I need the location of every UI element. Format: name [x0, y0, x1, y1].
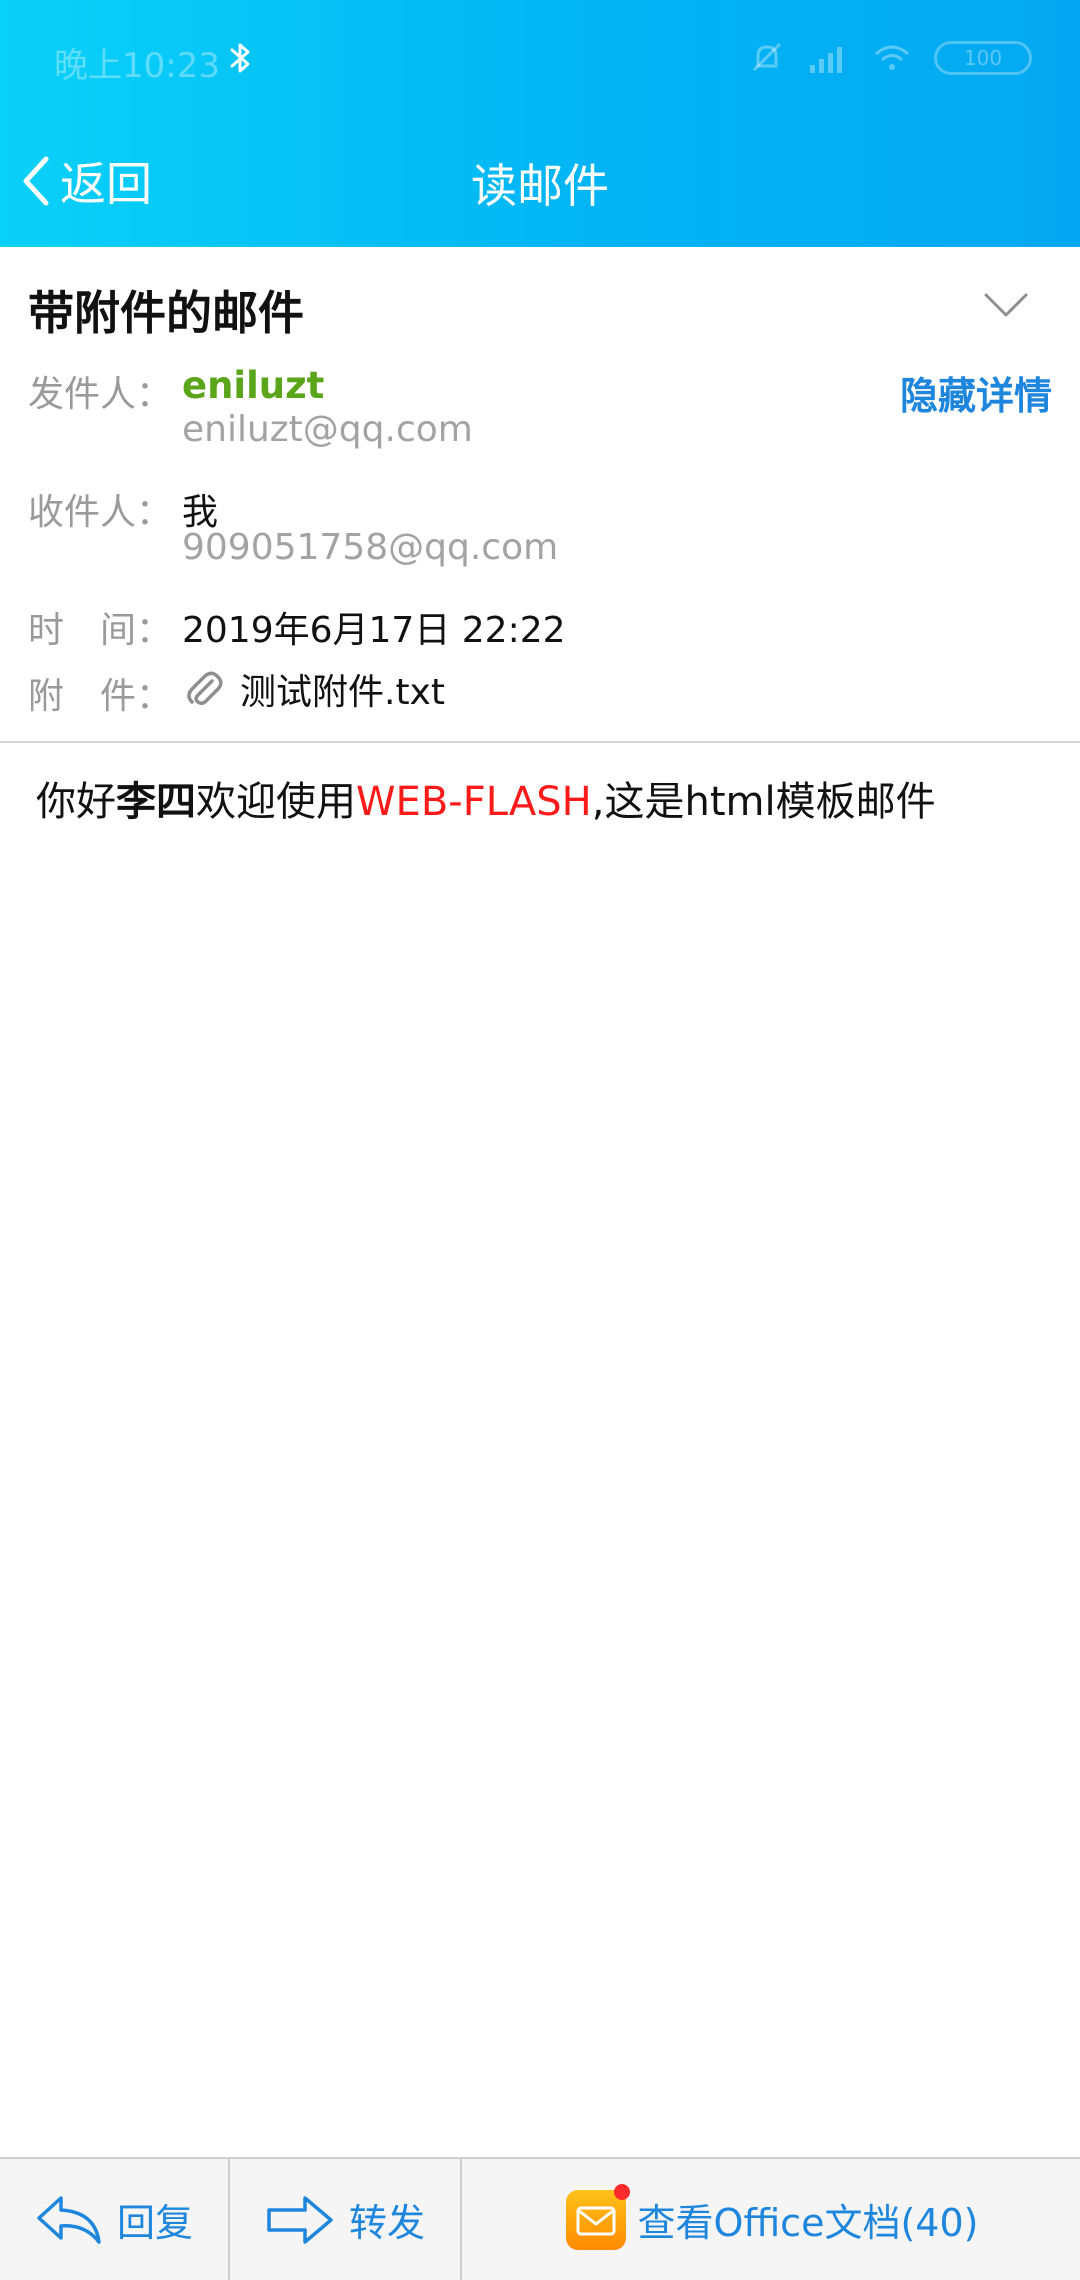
body-tail: ,这是html模板邮件	[591, 779, 936, 825]
attachment-item[interactable]: 测试附件.txt	[184, 663, 445, 715]
mail-header: 带附件的邮件 发件人： eniluzt eniluzt@qq.com 隐藏详情 …	[0, 247, 1080, 743]
chevron-down-icon[interactable]	[984, 291, 1028, 319]
body-greeting: 你好	[36, 779, 116, 825]
time-value: 2019年6月17日 22:22	[182, 610, 566, 651]
body-welcome: 欢迎使用	[196, 779, 356, 825]
recipient-label: 收件人：	[28, 492, 173, 533]
bottom-action-bar: 回复 转发 查看Office文档(40)	[0, 2157, 1080, 2280]
mail-envelope-icon	[564, 2183, 630, 2252]
wifi-icon	[875, 45, 909, 70]
sender-label: 发件人：	[28, 374, 173, 415]
status-bar: 晚上10:23 100	[0, 0, 1080, 120]
reply-button[interactable]: 回复	[0, 2159, 228, 2280]
office-label: 查看Office文档(40)	[637, 2201, 979, 2245]
bell-off-icon	[752, 42, 782, 72]
status-time: 晚上10:23	[54, 46, 220, 86]
battery-indicator: 100	[934, 41, 1032, 75]
attachment-label: 附 件：	[28, 676, 173, 717]
body-product: WEB-FLASH	[356, 779, 592, 825]
app-header: 晚上10:23 100 返回 读邮件	[0, 0, 1080, 247]
paperclip-icon	[187, 671, 223, 706]
nav-bar: 返回 读邮件	[0, 120, 1080, 247]
signal-icon	[810, 47, 842, 73]
reply-arrow-icon	[37, 2195, 101, 2244]
attachment-name: 测试附件.txt	[240, 672, 445, 713]
body-name: 李四	[116, 779, 196, 825]
time-label: 时 间：	[28, 610, 173, 651]
forward-button[interactable]: 转发	[230, 2159, 460, 2280]
sender-address[interactable]: eniluzt@qq.com	[182, 409, 473, 450]
recipient-address[interactable]: 909051758@qq.com	[182, 527, 558, 568]
page-title: 读邮件	[471, 159, 609, 213]
reply-label: 回复	[116, 2201, 193, 2245]
mail-subject: 带附件的邮件	[28, 286, 304, 340]
read-mail-screen: 晚上10:23 100 返回 读邮件 带附件的邮件 发件人： eniluzt e…	[0, 0, 1080, 2280]
forward-arrow-icon	[267, 2195, 333, 2244]
status-icons: 100	[748, 40, 1032, 76]
notification-dot	[613, 2183, 630, 2200]
bluetooth-icon	[230, 43, 250, 73]
sender-name[interactable]: eniluzt	[182, 364, 324, 407]
view-office-docs-button[interactable]: 查看Office文档(40)	[462, 2159, 1080, 2280]
hide-details-button[interactable]: 隐藏详情	[900, 365, 1052, 420]
mail-body: 你好李四欢迎使用WEB-FLASH,这是html模板邮件	[36, 776, 1046, 828]
forward-label: 转发	[348, 2201, 425, 2245]
